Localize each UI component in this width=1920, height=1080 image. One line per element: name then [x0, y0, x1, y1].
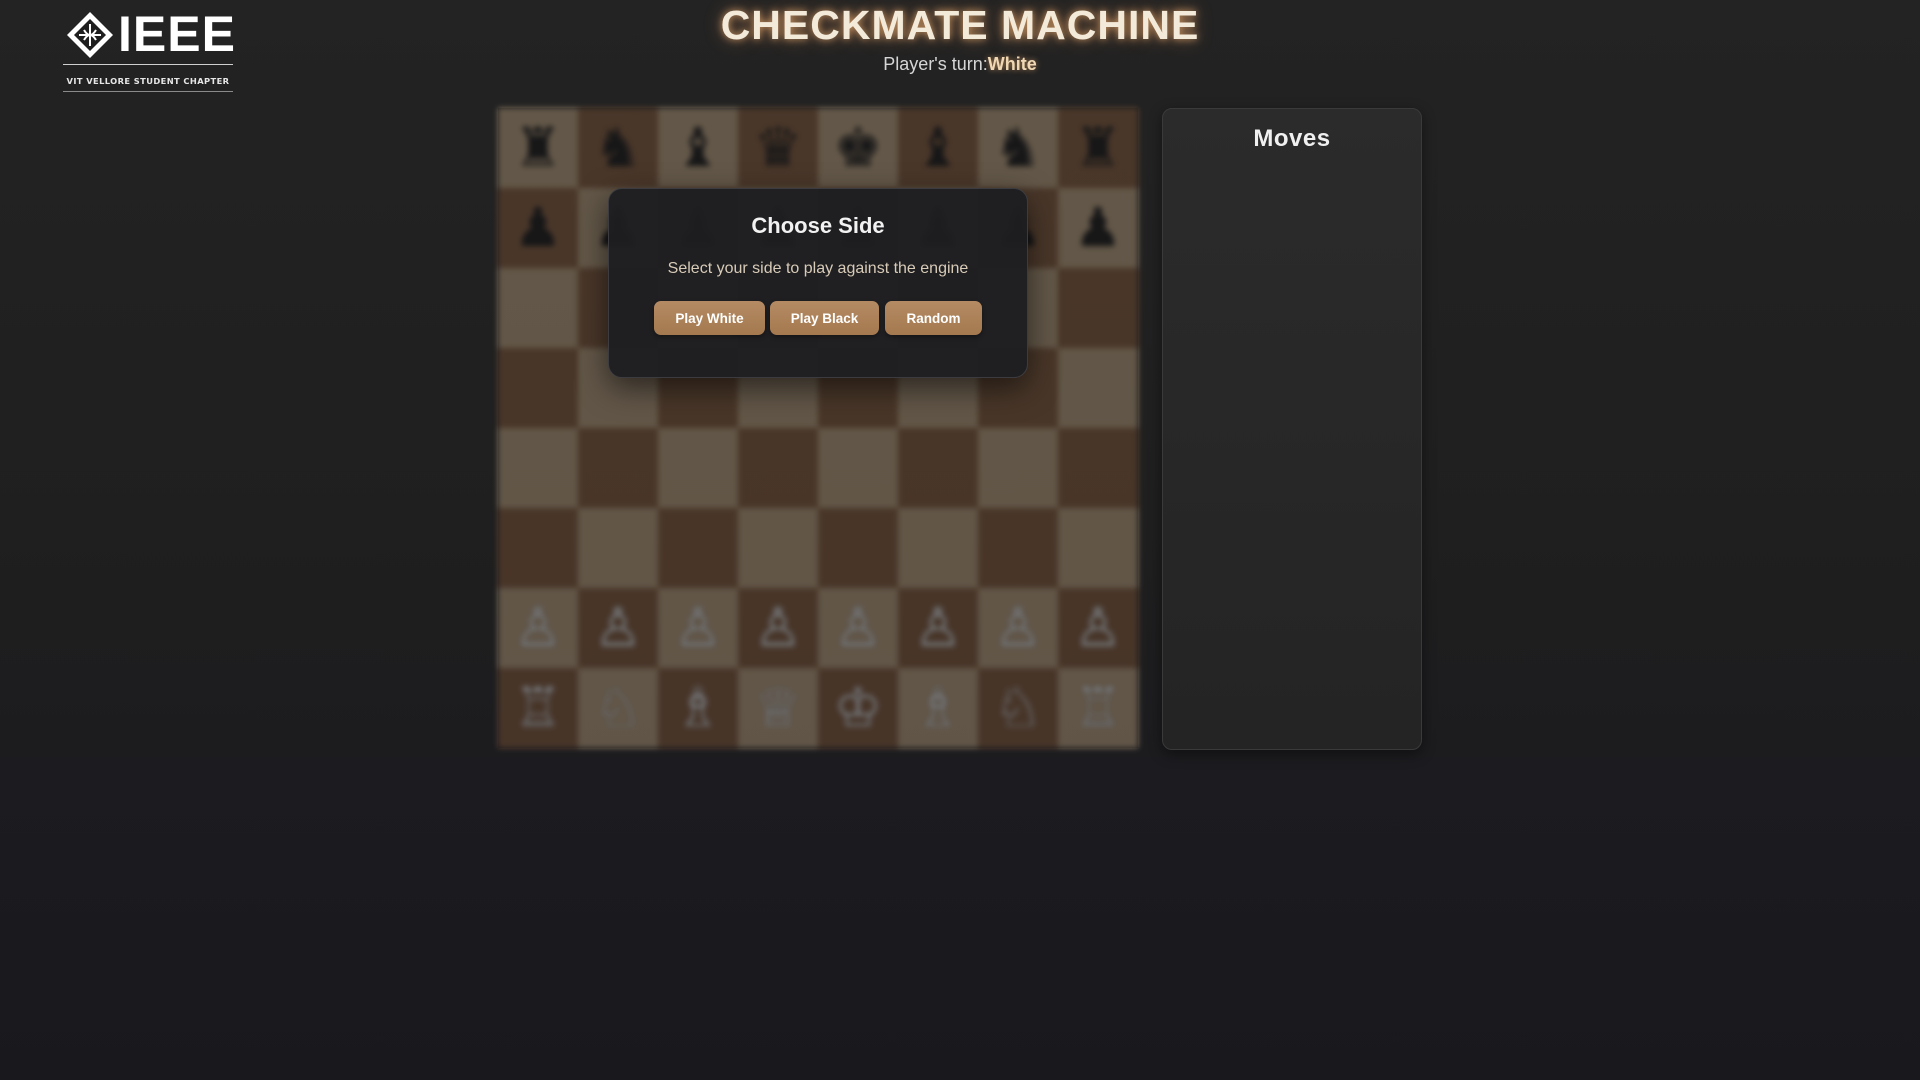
modal-description: Select your side to play against the eng… — [667, 260, 969, 277]
logo-divider-bottom — [63, 91, 233, 92]
moves-panel: Moves — [1162, 108, 1422, 750]
page-title: CHECKMATE MACHINE — [720, 2, 1200, 48]
turn-label: Player's turn: — [883, 54, 988, 74]
turn-value: White — [987, 54, 1037, 74]
page-background-lower — [0, 757, 1920, 1080]
play-black-button[interactable]: Play Black — [770, 301, 879, 335]
logo-subtitle: VIT VELLORE STUDENT CHAPTER — [66, 76, 230, 86]
random-side-button[interactable]: Random — [885, 301, 982, 335]
modal-title: Choose Side — [751, 213, 885, 238]
turn-indicator: Player's turn:White — [0, 54, 1920, 75]
moves-list — [1179, 169, 1405, 729]
choose-side-modal: Choose Side Select your side to play aga… — [608, 188, 1028, 378]
play-white-button[interactable]: Play White — [654, 301, 765, 335]
moves-title: Moves — [1253, 125, 1331, 152]
